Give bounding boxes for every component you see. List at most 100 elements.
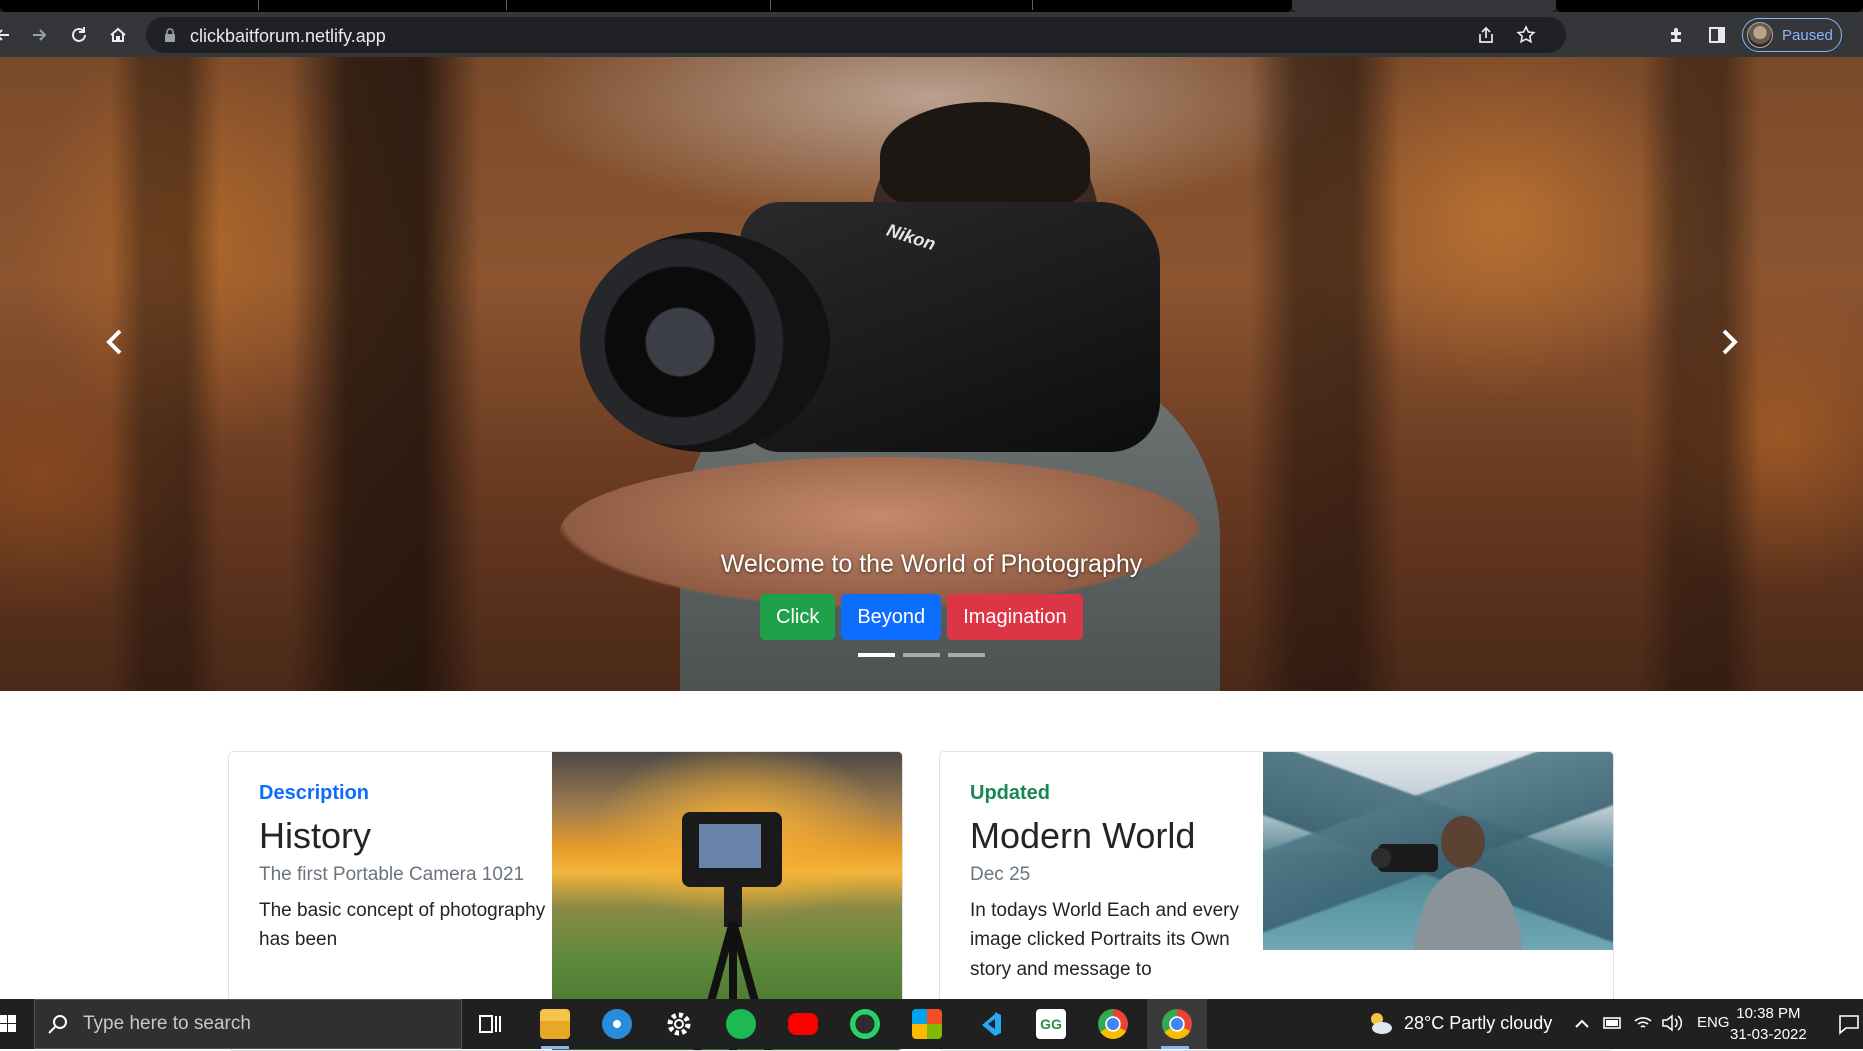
youtube-icon — [788, 1013, 818, 1035]
clock[interactable]: 10:38 PM 31-03-2022 — [1730, 1003, 1807, 1045]
back-button[interactable] — [0, 18, 20, 52]
spotify-icon — [726, 1009, 756, 1039]
address-bar[interactable]: clickbaitforum.netlify.app — [146, 17, 1566, 53]
lock-icon — [165, 28, 175, 42]
weather-text[interactable]: 28°C Partly cloudy — [1404, 1013, 1552, 1034]
card-text: The basic concept of photography has bee… — [259, 899, 546, 951]
gear-icon — [667, 1012, 691, 1036]
person-hair — [880, 102, 1090, 212]
chrome-icon — [1162, 1009, 1192, 1039]
tree-trunk — [1640, 57, 1760, 691]
card-title: Modern World — [970, 815, 1196, 856]
hero-carousel: Nikon Welcome to the World of Photograph… — [0, 57, 1863, 691]
tree-trunk — [110, 57, 220, 691]
vs-code-icon — [982, 1012, 1001, 1036]
profile-button[interactable]: Paused — [1742, 18, 1842, 52]
tab-background — [0, 0, 1292, 12]
taskbar-search-placeholder: Type here to search — [83, 1013, 251, 1034]
carousel-caption: Welcome to the World of Photography — [0, 550, 1863, 579]
file-explorer-button[interactable] — [527, 999, 583, 1049]
click-button[interactable]: Click — [760, 594, 836, 640]
profile-status: Paused — [1782, 26, 1833, 44]
search-icon — [48, 1015, 67, 1034]
card-body: Updated Modern World Dec 25 In todays Wo… — [970, 782, 1260, 984]
whatsapp-button[interactable] — [837, 999, 893, 1049]
tab-strip — [0, 0, 1863, 12]
card-text: In todays World Each and every image cli… — [970, 899, 1239, 980]
clock-time: 10:38 PM — [1736, 1005, 1801, 1022]
reload-button[interactable] — [62, 18, 96, 52]
chrome-button[interactable] — [1085, 999, 1141, 1049]
youtube-button[interactable] — [775, 999, 831, 1049]
camera-lens — [580, 232, 830, 452]
tree-trunk — [290, 57, 480, 691]
vs-code-button[interactable] — [961, 999, 1017, 1049]
bookmark-star-icon[interactable] — [1516, 25, 1536, 45]
windows-start-icon[interactable] — [0, 1013, 16, 1035]
side-panel-icon — [1709, 27, 1725, 43]
partly-cloudy-icon — [1371, 1013, 1392, 1034]
carousel-indicator-1[interactable] — [858, 653, 895, 657]
active-tab[interactable] — [1292, 0, 1556, 12]
whatsapp-icon — [850, 1009, 880, 1039]
avatar — [1747, 22, 1773, 48]
language-indicator[interactable]: ENG — [1697, 1014, 1730, 1031]
windows-taskbar: Type here to search GG 28°C Partly cloud… — [0, 999, 1863, 1049]
browser-compass-button[interactable] — [589, 999, 645, 1049]
taskbar-search-box[interactable]: Type here to search — [34, 999, 462, 1049]
wifi-icon[interactable] — [1633, 1013, 1653, 1033]
office-icon — [912, 1009, 942, 1039]
geeksforgeeks-button[interactable]: GG — [1023, 999, 1079, 1049]
tab-separator — [770, 0, 771, 10]
carousel-next-button[interactable] — [1709, 322, 1749, 362]
tab-separator — [258, 0, 259, 10]
forward-arrow-icon — [33, 29, 47, 41]
battery-icon[interactable] — [1603, 1014, 1623, 1032]
folder-icon — [540, 1009, 570, 1039]
side-panel-button[interactable] — [1700, 18, 1734, 52]
carousel-prev-button[interactable] — [95, 322, 135, 362]
settings-button[interactable] — [651, 999, 707, 1049]
notification-icon[interactable] — [1838, 1013, 1860, 1035]
compass-icon — [602, 1009, 632, 1039]
browser-toolbar: clickbaitforum.netlify.app Paused — [0, 12, 1863, 57]
tree-trunk — [1250, 57, 1400, 691]
card-eyebrow: Updated — [970, 782, 1050, 804]
reload-icon — [72, 27, 86, 42]
chevron-right-icon — [1722, 329, 1738, 355]
home-button[interactable] — [101, 18, 135, 52]
tab-separator — [1032, 0, 1033, 10]
carousel-indicator-3[interactable] — [948, 653, 985, 657]
card-body: Description History The first Portable C… — [259, 782, 549, 955]
office-button[interactable] — [899, 999, 955, 1049]
chevron-up-icon[interactable] — [1574, 1016, 1590, 1030]
share-icon[interactable] — [1476, 25, 1496, 45]
volume-icon[interactable] — [1661, 1013, 1683, 1033]
home-icon — [110, 27, 126, 42]
beyond-button[interactable]: Beyond — [841, 594, 942, 640]
puzzle-icon — [1671, 28, 1681, 42]
card-eyebrow: Description — [259, 782, 370, 804]
imagination-button[interactable]: Imagination — [947, 594, 1083, 640]
carousel-indicator-2[interactable] — [903, 653, 940, 657]
forward-button[interactable] — [22, 18, 56, 52]
chrome-icon — [1098, 1009, 1128, 1039]
spotify-button[interactable] — [713, 999, 769, 1049]
url-text[interactable]: clickbaitforum.netlify.app — [190, 26, 386, 47]
carousel-indicators — [858, 653, 985, 657]
lake-photographer-image — [1263, 752, 1613, 950]
back-arrow-icon — [0, 29, 9, 41]
hand — [560, 457, 1200, 607]
geeksforgeeks-icon: GG — [1036, 1009, 1066, 1039]
card-title: History — [259, 815, 372, 856]
task-view-icon — [479, 1015, 501, 1033]
chrome-active-button[interactable] — [1147, 999, 1207, 1049]
task-view-button[interactable] — [463, 999, 519, 1049]
clock-date: 31-03-2022 — [1730, 1026, 1807, 1043]
photographer-silhouette — [1371, 816, 1523, 950]
chevron-left-icon — [106, 329, 122, 355]
extensions-button[interactable] — [1660, 18, 1694, 52]
carousel-caption-title: Welcome to the World of Photography — [720, 550, 1143, 578]
tab-separator — [506, 0, 507, 10]
tab-background — [1556, 0, 1863, 12]
